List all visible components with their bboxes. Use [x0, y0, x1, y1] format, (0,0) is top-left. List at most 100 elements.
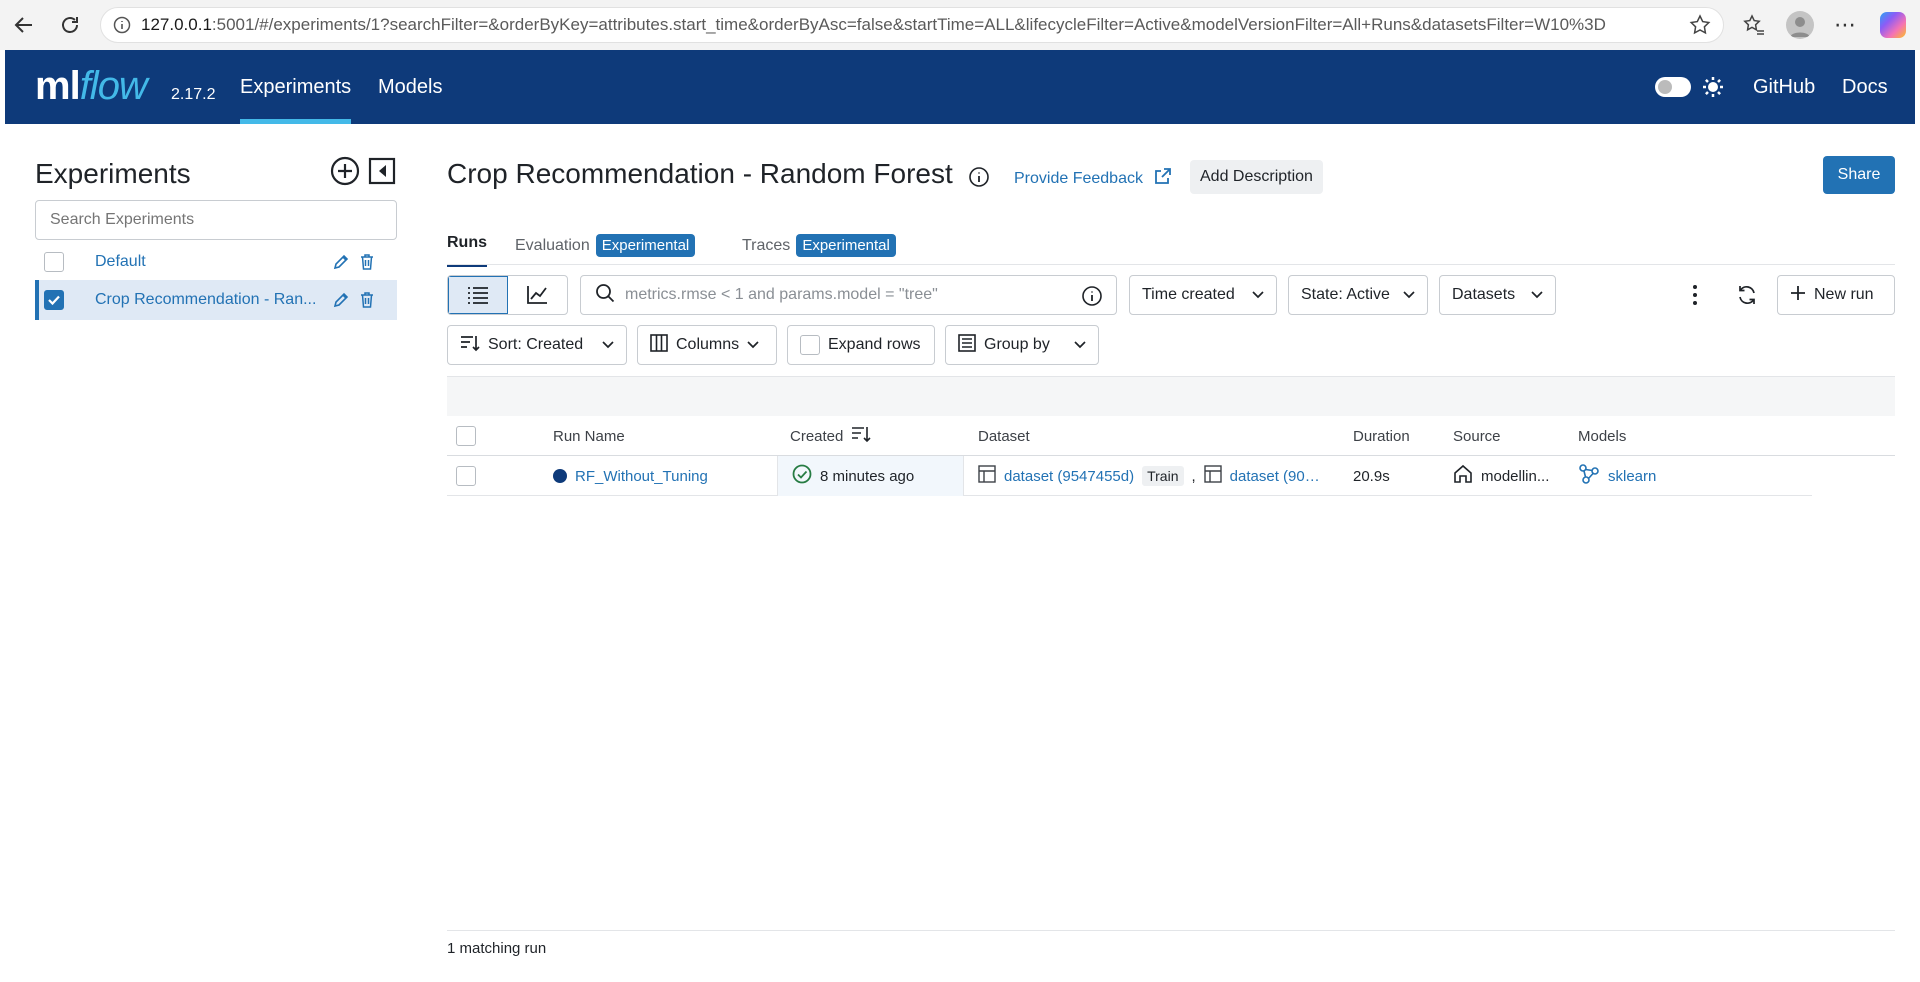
nav-tab-experiments[interactable]: Experiments [240, 50, 352, 124]
dataset-link[interactable]: dataset (9547455d) [1004, 468, 1134, 485]
copilot-icon[interactable] [1880, 12, 1906, 38]
plus-icon [1790, 285, 1806, 306]
experiment-checkbox[interactable] [44, 252, 64, 272]
sort-icon [460, 334, 480, 357]
select-all-checkbox[interactable] [456, 416, 476, 456]
row-checkbox[interactable] [456, 456, 476, 496]
toggle-switch[interactable] [1655, 77, 1691, 97]
group-by-dropdown[interactable]: Group by [945, 325, 1099, 365]
feedback-label: Provide Feedback [1014, 169, 1143, 187]
favorites-icon[interactable] [1742, 13, 1766, 42]
provide-feedback-link[interactable]: Provide Feedback [1014, 166, 1173, 191]
datasets-filter-dropdown[interactable]: Datasets [1439, 275, 1556, 315]
site-info-icon[interactable] [113, 16, 131, 34]
refresh-icon[interactable] [1736, 284, 1758, 311]
column-header-models[interactable]: Models [1578, 416, 1626, 456]
columns-dropdown[interactable]: Columns [637, 325, 777, 365]
browser-toolbar: 127.0.0.1:5001/#/experiments/1?searchFil… [0, 0, 1920, 50]
runs-table-header: Run Name Created Dataset Duration Source… [447, 416, 1895, 456]
column-header-source[interactable]: Source [1453, 416, 1501, 456]
dataset-link[interactable]: dataset (90… [1230, 468, 1320, 485]
new-run-button[interactable]: New run [1777, 275, 1895, 315]
url-path: :5001/#/experiments/1?searchFilter=&orde… [211, 15, 1606, 34]
tab-evaluation[interactable]: Evaluation Experimental [515, 234, 696, 257]
created-cell: 8 minutes ago [777, 456, 964, 496]
kebab-menu-icon[interactable] [1687, 283, 1703, 312]
chevron-down-icon [1074, 336, 1086, 354]
dark-mode-toggle[interactable] [1655, 50, 1691, 124]
tab-label: Traces [742, 236, 791, 254]
expand-rows-checkbox[interactable] [800, 335, 820, 355]
experiment-item-crop-recommendation[interactable]: Crop Recommendation - Ran... [35, 280, 397, 320]
chart-view-button[interactable] [508, 276, 567, 314]
dropdown-label: State: Active [1301, 286, 1390, 303]
favorite-star-icon[interactable] [1688, 13, 1712, 42]
more-menu-icon[interactable]: ⋯ [1834, 12, 1856, 38]
edit-icon[interactable] [332, 291, 350, 314]
group-by-icon [958, 333, 976, 357]
time-created-dropdown[interactable]: Time created [1129, 275, 1277, 315]
sun-icon [1702, 50, 1724, 124]
model-link[interactable]: sklearn [1608, 468, 1656, 485]
list-icon [467, 287, 488, 304]
tab-traces[interactable]: Traces Experimental [742, 234, 896, 257]
profile-avatar-icon[interactable] [1786, 11, 1814, 39]
column-header-duration[interactable]: Duration [1353, 416, 1410, 456]
table-icon [1203, 465, 1222, 487]
dataset-cell: dataset (9547455d) Train , dataset (90… [978, 456, 1334, 496]
run-color-dot[interactable] [553, 469, 567, 483]
experiment-item-default[interactable]: Default [35, 242, 397, 282]
experimental-badge: Experimental [595, 234, 696, 257]
collapse-sidebar-icon[interactable] [367, 156, 397, 186]
source-value[interactable]: modellin... [1481, 468, 1549, 485]
nav-tab-models[interactable]: Models [378, 50, 442, 124]
experiment-label[interactable]: Crop Recommendation - Ran... [95, 291, 316, 309]
mlflow-logo[interactable]: mlflow [35, 64, 148, 109]
add-description-button[interactable]: Add Description [1190, 160, 1323, 194]
docs-link[interactable]: Docs [1842, 50, 1888, 124]
tab-label: Evaluation [515, 236, 590, 254]
experiment-checkbox[interactable] [44, 290, 64, 310]
delete-icon[interactable] [359, 253, 375, 276]
runs-search-input[interactable]: metrics.rmse < 1 and params.model = "tre… [580, 275, 1117, 315]
github-link[interactable]: GitHub [1753, 50, 1815, 124]
column-header-dataset[interactable]: Dataset [978, 416, 1030, 456]
reload-icon[interactable] [52, 7, 88, 43]
chevron-down-icon [602, 336, 614, 354]
run-name-link[interactable]: RF_Without_Tuning [575, 468, 708, 485]
experimental-badge: Experimental [796, 234, 896, 257]
state-filter-dropdown[interactable]: State: Active [1288, 275, 1428, 315]
button-label: Columns [676, 336, 740, 353]
column-header-created[interactable]: Created [790, 416, 871, 456]
models-cell: sklearn [1578, 456, 1656, 496]
column-header-run-name[interactable]: Run Name [553, 416, 625, 456]
table-icon [978, 465, 996, 487]
columns-icon [650, 333, 668, 357]
search-icon [595, 283, 615, 308]
sort-descending-icon[interactable] [851, 425, 871, 447]
delete-icon[interactable] [359, 291, 375, 314]
button-label: New run [1814, 286, 1874, 303]
tab-runs[interactable]: Runs [447, 234, 487, 267]
back-icon[interactable] [6, 7, 42, 43]
sidebar-title: Experiments [35, 158, 191, 189]
dataset-separator: , [1191, 467, 1196, 485]
experiment-label[interactable]: Default [95, 253, 146, 271]
github-label: GitHub [1753, 75, 1816, 98]
table-view-button[interactable] [448, 276, 508, 314]
address-bar[interactable]: 127.0.0.1:5001/#/experiments/1?searchFil… [100, 7, 1724, 43]
search-experiments-input[interactable] [35, 200, 397, 240]
dropdown-label: Datasets [1452, 286, 1516, 303]
create-experiment-icon[interactable] [330, 156, 360, 186]
chart-icon [527, 286, 548, 304]
dataset-context-tag: Train [1142, 466, 1184, 486]
search-placeholder: metrics.rmse < 1 and params.model = "tre… [625, 286, 938, 303]
dropdown-label: Time created [1142, 286, 1235, 303]
info-icon[interactable] [968, 166, 990, 193]
expand-rows-toggle[interactable]: Expand rows [787, 325, 935, 365]
search-syntax-info-icon[interactable] [1081, 285, 1103, 312]
share-button[interactable]: Share [1823, 156, 1895, 194]
edit-icon[interactable] [332, 253, 350, 276]
sort-dropdown[interactable]: Sort: Created [447, 325, 627, 365]
button-label: Group by [984, 336, 1050, 353]
